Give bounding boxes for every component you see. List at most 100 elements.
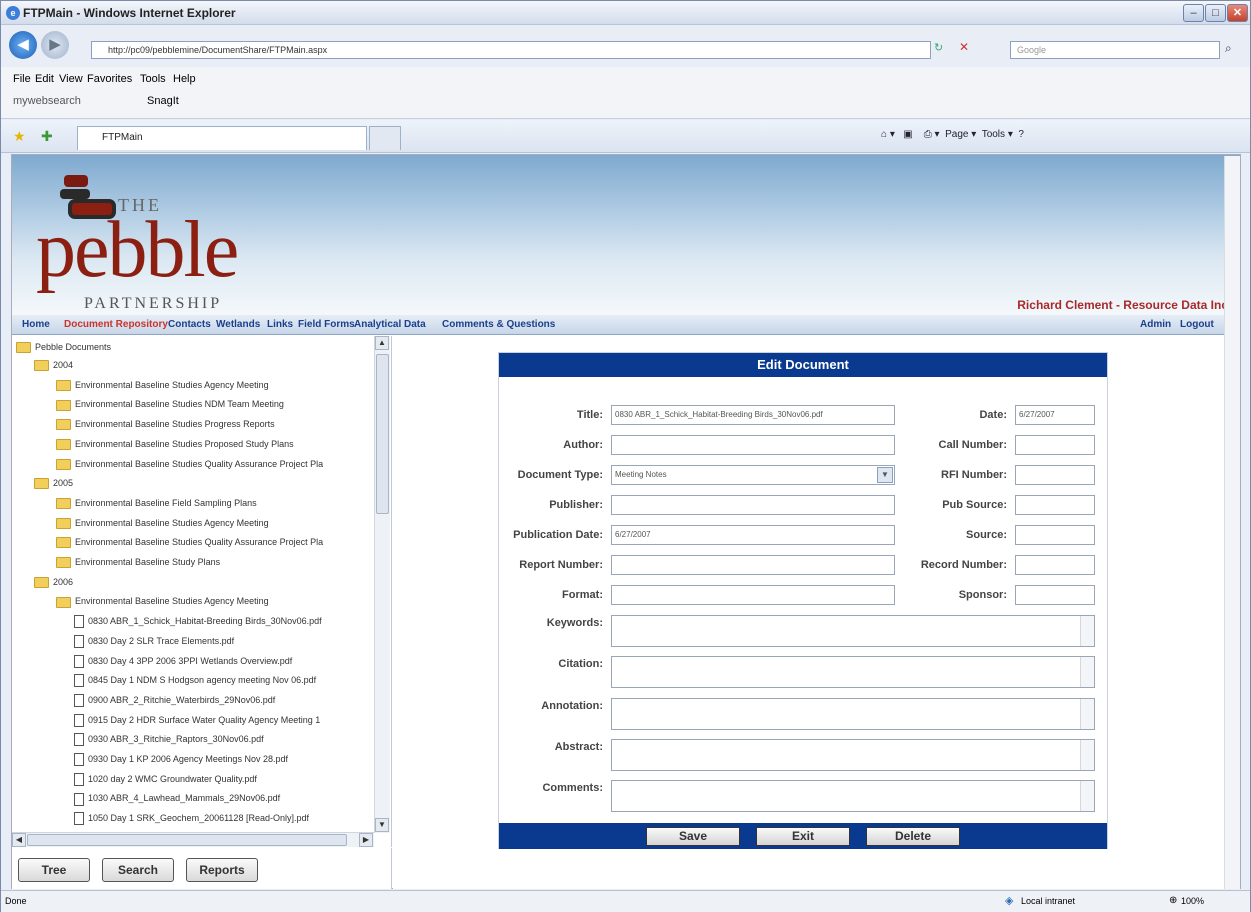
author-input[interactable] — [611, 435, 895, 455]
report-number-input[interactable] — [611, 555, 895, 575]
reports-button[interactable]: Reports — [186, 858, 258, 882]
nav-home[interactable]: Home — [22, 319, 50, 330]
date-input[interactable]: 6/27/2007 — [1015, 405, 1095, 425]
publisher-input[interactable] — [611, 495, 895, 515]
nav-links[interactable]: Links — [267, 319, 293, 330]
forward-button[interactable]: ▶ — [41, 31, 69, 59]
exit-button[interactable]: Exit — [756, 827, 850, 846]
maximize-button[interactable]: □ — [1205, 4, 1226, 22]
menu-view[interactable]: View — [59, 73, 83, 85]
tree-button[interactable]: Tree — [18, 858, 90, 882]
tree-file-item[interactable]: 1020 day 2 WMC Groundwater Quality.pdf — [74, 770, 257, 788]
refresh-icon[interactable]: ↻ — [934, 41, 943, 54]
menu-tools[interactable]: Tools — [140, 73, 166, 85]
tree-file-item[interactable]: 0830 Day 4 3PP 2006 3PPI Wetlands Overvi… — [74, 652, 292, 670]
abstract-textarea[interactable] — [611, 739, 1095, 771]
scroll-down-icon[interactable]: ▼ — [375, 818, 389, 832]
search-input[interactable]: Google — [1010, 41, 1220, 59]
delete-button[interactable]: Delete — [866, 827, 960, 846]
tree-file-item[interactable]: 0830 Day 2 SLR Trace Elements.pdf — [74, 632, 234, 650]
scroll-left-icon[interactable]: ◀ — [12, 833, 26, 847]
tree-folder-item[interactable]: Environmental Baseline Studies Quality A… — [56, 533, 323, 551]
tree-file-item[interactable]: 0930 ABR_3_Ritchie_Raptors_30Nov06.pdf — [74, 730, 264, 748]
search-button[interactable]: Search — [102, 858, 174, 882]
call-number-input[interactable] — [1015, 435, 1095, 455]
help-icon[interactable]: ? — [1018, 129, 1024, 140]
menu-help[interactable]: Help — [173, 73, 196, 85]
keywords-textarea[interactable] — [611, 615, 1095, 647]
tree-root[interactable]: Pebble Documents — [16, 338, 111, 356]
close-button[interactable]: ✕ — [1227, 4, 1248, 22]
publication-date-input[interactable]: 6/27/2007 — [611, 525, 895, 545]
nav-wetlands[interactable]: Wetlands — [216, 319, 260, 330]
new-tab-button[interactable] — [369, 126, 401, 150]
scroll-right-icon[interactable]: ▶ — [359, 833, 373, 847]
nav-analytical-data[interactable]: Analytical Data — [354, 319, 426, 330]
menu-edit[interactable]: Edit — [35, 73, 54, 85]
textarea-scrollbar[interactable] — [1080, 740, 1094, 770]
rfi-number-input[interactable] — [1015, 465, 1095, 485]
url-input[interactable]: http://pc09/pebblemine/DocumentShare/FTP… — [91, 41, 931, 59]
tree-file-item[interactable]: 0845 Day 1 NDM S Hodgson agency meeting … — [74, 671, 316, 689]
minimize-button[interactable]: – — [1183, 4, 1204, 22]
tab-ftpmain[interactable]: FTPMain — [77, 126, 367, 150]
pub-source-input[interactable] — [1015, 495, 1095, 515]
add-favorites-icon[interactable]: ✚ — [41, 128, 53, 145]
tree-vertical-scrollbar[interactable]: ▲ ▼ — [374, 336, 390, 833]
tree-file-item[interactable]: 0930 Day 1 KP 2006 Agency Meetings Nov 2… — [74, 750, 288, 768]
nav-admin[interactable]: Admin — [1140, 319, 1171, 330]
tree-folder-item[interactable]: Environmental Baseline Studies Progress … — [56, 415, 275, 433]
nav-document-repository[interactable]: Document Repository — [64, 319, 168, 330]
nav-field-forms[interactable]: Field Forms — [298, 319, 355, 330]
scroll-up-icon[interactable]: ▲ — [375, 336, 389, 350]
print-icon[interactable]: ⎙ ▾ — [924, 129, 940, 140]
tree-folder-item[interactable]: 2006 — [34, 573, 73, 591]
feeds-icon[interactable]: ▣ — [903, 129, 912, 140]
tree-folder-item[interactable]: Environmental Baseline Studies Agency Me… — [56, 592, 269, 610]
menu-file[interactable]: File — [13, 73, 31, 85]
search-icon[interactable]: ⌕ — [1225, 41, 1232, 56]
tree-folder-item[interactable]: Environmental Baseline Studies Agency Me… — [56, 514, 269, 532]
title-input[interactable]: 0830 ABR_1_Schick_Habitat-Breeding Birds… — [611, 405, 895, 425]
back-button[interactable]: ◀ — [9, 31, 37, 59]
scroll-thumb[interactable] — [376, 354, 389, 514]
mywebsearch-toolbar[interactable]: mywebsearch — [13, 95, 81, 107]
snagit-button[interactable]: SnagIt — [147, 95, 179, 107]
tree-file-item[interactable]: 1030 ABR_4_Lawhead_Mammals_29Nov06.pdf — [74, 789, 280, 807]
tree-file-item[interactable]: 1050 Day 1 SRK_Geochem_20061128 [Read-On… — [74, 809, 309, 827]
tree-folder-item[interactable]: Environmental Baseline Studies NDM Team … — [56, 395, 284, 413]
favorites-star-icon[interactable]: ★ — [13, 128, 26, 145]
nav-logout[interactable]: Logout — [1180, 319, 1214, 330]
comments-textarea[interactable] — [611, 780, 1095, 812]
tree-folder-item[interactable]: Environmental Baseline Studies Quality A… — [56, 455, 323, 473]
source-input[interactable] — [1015, 525, 1095, 545]
citation-textarea[interactable] — [611, 656, 1095, 688]
format-input[interactable] — [611, 585, 895, 605]
textarea-scrollbar[interactable] — [1080, 781, 1094, 811]
hscroll-thumb[interactable] — [27, 834, 347, 846]
chevron-down-icon[interactable]: ▼ — [877, 467, 893, 483]
document-type-select[interactable]: Meeting Notes ▼ — [611, 465, 895, 485]
save-button[interactable]: Save — [646, 827, 740, 846]
tree-file-item[interactable]: 0830 ABR_1_Schick_Habitat-Breeding Birds… — [74, 612, 322, 630]
page-menu[interactable]: Page — [945, 129, 968, 140]
nav-comments-questions[interactable]: Comments & Questions — [442, 319, 555, 330]
page-vertical-scrollbar[interactable] — [1224, 156, 1240, 889]
tree-horizontal-scrollbar[interactable]: ◀ ▶ — [12, 832, 374, 847]
tree-file-item[interactable]: 0900 ABR_2_Ritchie_Waterbirds_29Nov06.pd… — [74, 691, 275, 709]
textarea-scrollbar[interactable] — [1080, 657, 1094, 687]
tree-file-item[interactable]: 0915 Day 2 HDR Surface Water Quality Age… — [74, 711, 320, 729]
annotation-textarea[interactable] — [611, 698, 1095, 730]
stop-icon[interactable]: ✕ — [959, 40, 969, 54]
textarea-scrollbar[interactable] — [1080, 699, 1094, 729]
tree-folder-item[interactable]: Environmental Baseline Study Plans — [56, 553, 220, 571]
tools-menu[interactable]: Tools — [982, 129, 1005, 140]
tree-folder-item[interactable]: Environmental Baseline Studies Agency Me… — [56, 376, 269, 394]
tree-folder-item[interactable]: Environmental Baseline Studies Proposed … — [56, 435, 294, 453]
tree-folder-item[interactable]: 2005 — [34, 474, 73, 492]
record-number-input[interactable] — [1015, 555, 1095, 575]
textarea-scrollbar[interactable] — [1080, 616, 1094, 646]
nav-contacts[interactable]: Contacts — [168, 319, 211, 330]
menu-favorites[interactable]: Favorites — [87, 73, 132, 85]
tree-folder-item[interactable]: 2004 — [34, 356, 73, 374]
